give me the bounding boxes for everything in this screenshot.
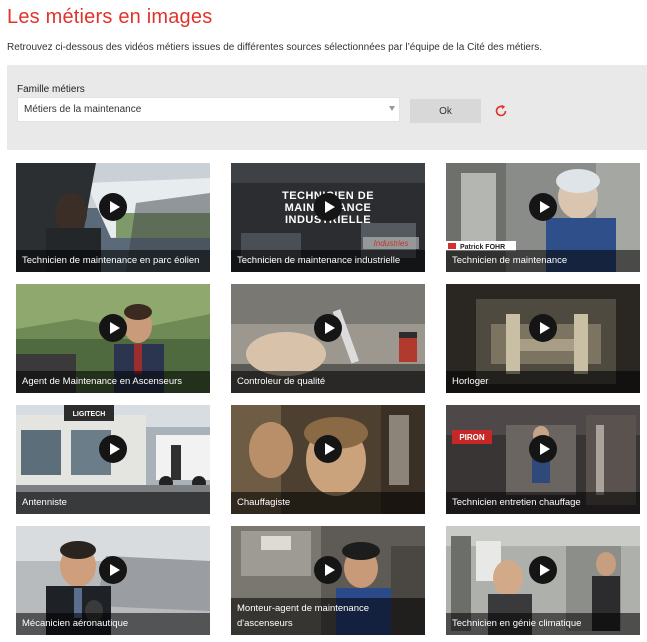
play-icon [529, 193, 557, 221]
video-caption: Antenniste [16, 492, 210, 514]
chevron-down-icon [389, 106, 395, 111]
video-card[interactable]: Agent de Maintenance en Ascenseurs [16, 284, 210, 393]
video-card[interactable]: PIRON Technicien entretien chauffage [446, 405, 640, 514]
video-caption: Horloger [446, 371, 640, 393]
play-icon [314, 435, 342, 463]
page-intro: Retrouvez ci-dessous des vidéos métiers … [7, 42, 543, 53]
page-title: Les métiers en images [7, 6, 213, 28]
video-caption: Technicien de maintenance industrielle [231, 250, 425, 272]
family-select[interactable]: Métiers de la maintenance [17, 97, 400, 122]
ok-button[interactable]: Ok [410, 99, 481, 123]
video-caption: Controleur de qualité [231, 371, 425, 393]
play-icon [314, 193, 342, 221]
video-caption: Agent de Maintenance en Ascenseurs [16, 371, 210, 393]
filter-label: Famille métiers [17, 84, 85, 95]
video-card[interactable]: Monteur-agent de maintenance d'ascenseur… [231, 526, 425, 635]
video-caption: Technicien de maintenance en parc éolien [16, 250, 210, 272]
video-card[interactable]: Technicien en génie climatique [446, 526, 640, 635]
refresh-icon[interactable] [494, 104, 508, 118]
thumb-brand-text: Industries [374, 239, 409, 248]
play-icon [529, 435, 557, 463]
video-caption: Mécanicien aéronautique [16, 613, 210, 635]
video-card[interactable]: Patrick FOHR Technicien de maintenance [446, 163, 640, 272]
play-icon [99, 556, 127, 584]
play-icon [529, 556, 557, 584]
video-grid: Technicien de maintenance en parc éolien… [16, 163, 640, 638]
video-caption: Technicien de maintenance [446, 250, 640, 272]
video-card[interactable]: TECHNICIEN DE MAINTENANCE INDUSTRIELLE I… [231, 163, 425, 272]
video-card[interactable]: Chauffagiste [231, 405, 425, 514]
play-icon [99, 314, 127, 342]
video-caption: Technicien entretien chauffage [446, 492, 640, 514]
play-icon [99, 435, 127, 463]
video-card[interactable]: Controleur de qualité [231, 284, 425, 393]
video-caption: Technicien en génie climatique [446, 613, 640, 635]
play-icon [529, 314, 557, 342]
video-caption: Monteur-agent de maintenance d'ascenseur… [231, 598, 425, 635]
video-card[interactable]: Technicien de maintenance en parc éolien [16, 163, 210, 272]
play-icon [99, 193, 127, 221]
thumb-sign-text: PIRON [459, 433, 485, 442]
video-caption: Chauffagiste [231, 492, 425, 514]
play-icon [314, 314, 342, 342]
play-icon [314, 556, 342, 584]
filter-panel: Famille métiers Métiers de la maintenanc… [7, 65, 647, 150]
video-card[interactable]: Mécanicien aéronautique [16, 526, 210, 635]
thumb-sign-text: LIGITECH [73, 411, 106, 418]
video-card[interactable]: Horloger [446, 284, 640, 393]
video-card[interactable]: LIGITECH Antenniste [16, 405, 210, 514]
family-select-value: Métiers de la maintenance [24, 104, 142, 115]
